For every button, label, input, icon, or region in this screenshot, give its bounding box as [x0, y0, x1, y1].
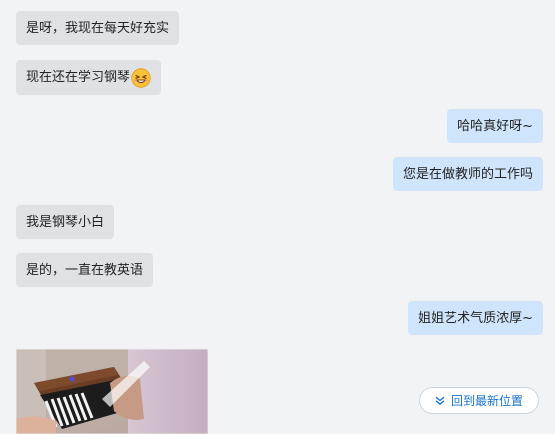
outgoing-message: 姐姐艺术气质浓厚~: [408, 301, 543, 335]
jump-to-latest-button[interactable]: 回到最新位置: [419, 387, 539, 414]
outgoing-message: 您是在做教师的工作吗: [392, 157, 543, 191]
message-text: 我是钢琴小白: [26, 214, 105, 230]
incoming-message: 现在还在学习钢琴: [16, 60, 162, 95]
chat-message-list[interactable]: 是呀，我现在每天好充实 现在还在学习钢琴 哈哈真好呀~ 您是在做教师的工作吗 我…: [0, 0, 555, 434]
jump-button-label: 回到最新位置: [450, 394, 523, 408]
message-text: 您是在做教师的工作吗: [402, 166, 533, 182]
message-text: 现在还在学习钢琴: [26, 70, 131, 85]
incoming-message: 是的，一直在教英语: [16, 253, 154, 287]
image-message[interactable]: [16, 349, 208, 434]
message-text: 是呀，我现在每天好充实: [26, 20, 170, 36]
message-text: 姐姐艺术气质浓厚~: [418, 310, 533, 326]
double-chevron-down-icon: [435, 396, 445, 405]
outgoing-message: 哈哈真好呀~: [447, 109, 543, 143]
grinning-squint-emoji-icon: [131, 67, 151, 88]
piano-photo: [16, 349, 208, 434]
message-text: 是的，一直在教英语: [26, 262, 144, 278]
incoming-message: 是呀，我现在每天好充实: [16, 11, 180, 45]
message-text: 哈哈真好呀~: [457, 118, 533, 134]
incoming-message: 我是钢琴小白: [16, 205, 115, 239]
